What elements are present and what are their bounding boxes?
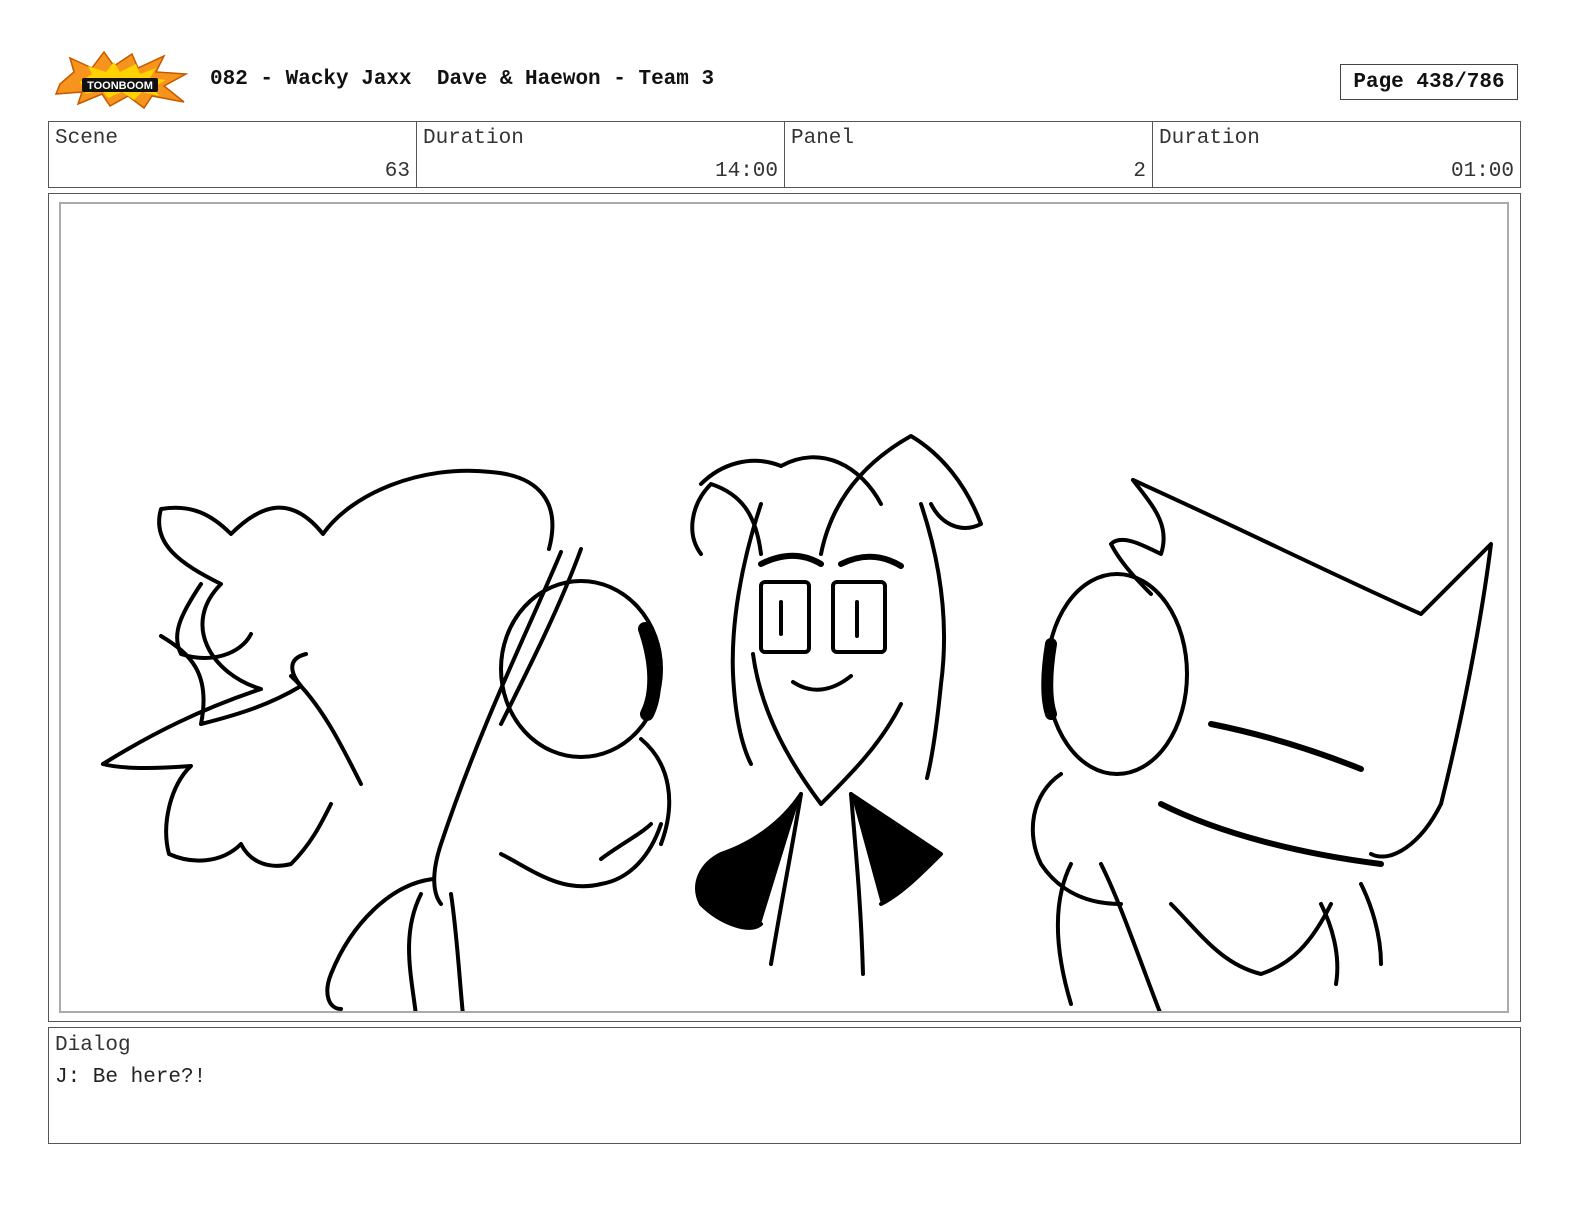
panel-duration-cell: Duration 01:00 (1153, 122, 1520, 187)
right-character-sketch (1030, 478, 1493, 1011)
dialog-label: Dialog (55, 1034, 131, 1057)
dialog-text: J: Be here?! (55, 1066, 207, 1089)
panel-duration-value: 01:00 (1450, 160, 1514, 183)
scene-duration-value: 14:00 (714, 160, 778, 183)
document-title: 082 - Wacky Jaxx Dave & Haewon - Team 3 (210, 68, 715, 91)
page-number: Page 438/786 (1340, 64, 1518, 100)
scene-label: Scene (55, 127, 119, 150)
scene-info-row: Scene 63 Duration 14:00 Panel 2 Duration… (48, 121, 1521, 188)
dialog-box: Dialog J: Be here?! (48, 1027, 1521, 1144)
panel-duration-label: Duration (1159, 127, 1260, 150)
toonboom-logo: TOONBOOM (52, 50, 189, 110)
panel-cell: Panel 2 (785, 122, 1153, 187)
scene-duration-cell: Duration 14:00 (417, 122, 785, 187)
left-character-sketch (101, 468, 672, 1011)
center-character-sketch (690, 434, 983, 976)
scene-value: 63 (384, 160, 410, 183)
storyboard-panel-frame (48, 193, 1521, 1022)
panel-label: Panel (791, 127, 855, 150)
storyboard-drawing-area (59, 202, 1509, 1013)
svg-text:TOONBOOM: TOONBOOM (87, 80, 153, 92)
scene-cell: Scene 63 (49, 122, 417, 187)
scene-duration-label: Duration (423, 127, 524, 150)
panel-value: 2 (1133, 160, 1146, 183)
